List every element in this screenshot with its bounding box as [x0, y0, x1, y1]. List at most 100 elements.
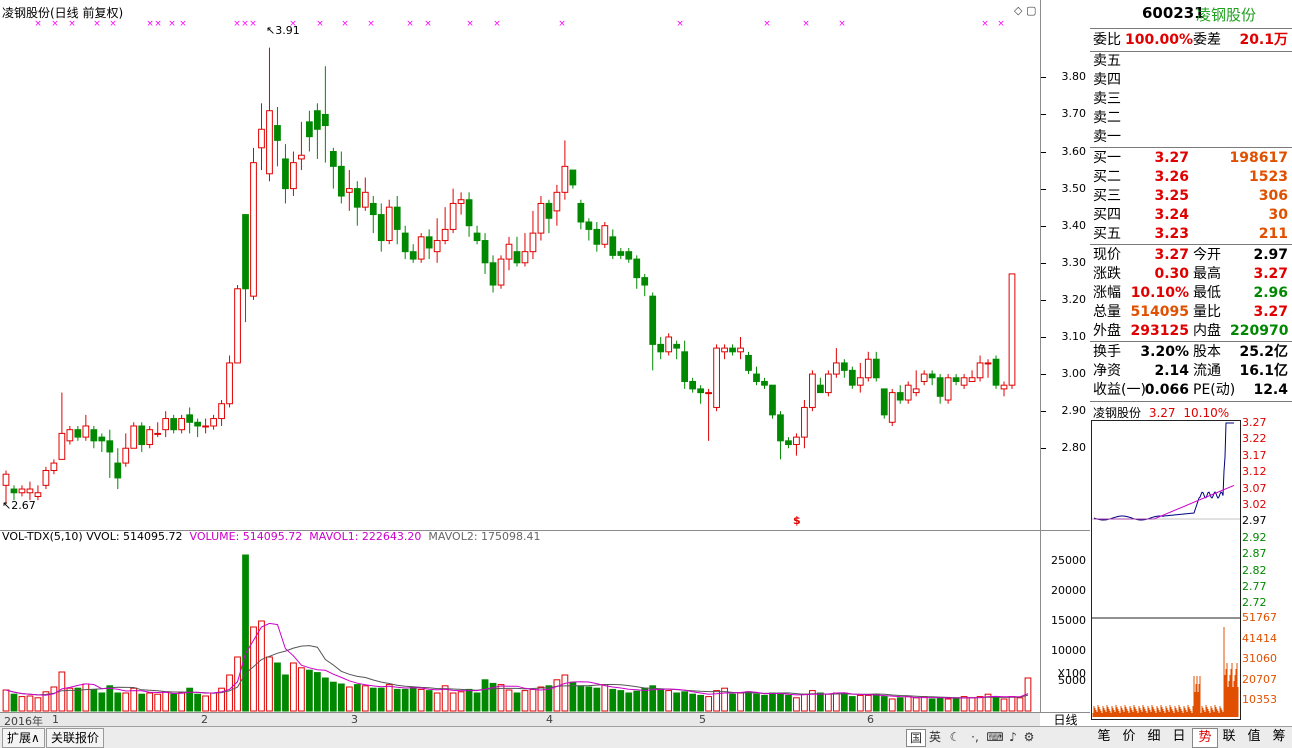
- punctuation-icon[interactable]: ·,: [966, 729, 984, 745]
- tab-value[interactable]: 值: [1242, 728, 1266, 746]
- sell-label: 卖二: [1093, 110, 1121, 126]
- candle-body: [665, 336, 673, 353]
- tab-linked[interactable]: 联: [1217, 728, 1241, 746]
- intraday-price-label: 3.27: [1242, 416, 1267, 429]
- buy-row[interactable]: 买二 3.26 1523: [1090, 168, 1292, 187]
- volume-bar: [753, 693, 760, 712]
- price-tick: [1041, 225, 1046, 227]
- volume-bar: [26, 695, 34, 712]
- volume-bar: [960, 696, 968, 712]
- intraday-canvas[interactable]: [1092, 421, 1240, 719]
- weibi-row: 委比 100.00% 委差 20.1万: [1090, 31, 1292, 50]
- candle-body: [761, 380, 768, 386]
- volume-axis-label: 15000: [1051, 614, 1086, 627]
- volume-bar: [817, 692, 824, 712]
- volume-bar: [1000, 698, 1008, 712]
- chart-corner-icons[interactable]: ◇ ▢: [1014, 4, 1036, 17]
- candle-body: [793, 436, 800, 446]
- s-marker[interactable]: $: [793, 514, 801, 527]
- candle-body: [721, 347, 728, 353]
- keyboard-icon[interactable]: ⌨: [986, 729, 1004, 745]
- intraday-price-label: 2.97: [1242, 514, 1267, 528]
- volume-bar: [114, 692, 122, 712]
- ime-english-icon[interactable]: 英: [926, 729, 944, 745]
- stat-value: 2.97: [1253, 247, 1288, 263]
- tab-chips[interactable]: 筹: [1267, 728, 1291, 746]
- candlestick-chart[interactable]: × × × × × × × × × × × × × × × × × × × × × × × × × × × 凌钢股份(日线 前复权)…: [0, 0, 1041, 530]
- stat-row: 现价 3.27 今开 2.97: [1090, 246, 1292, 265]
- volume-bar: [681, 691, 689, 712]
- tab-trades[interactable]: 笔: [1092, 728, 1116, 746]
- volume-bar: [321, 677, 329, 712]
- stat-value: 3.27: [1253, 266, 1288, 282]
- ime-guo-icon[interactable]: 国: [906, 729, 926, 747]
- tab-trend[interactable]: 势: [1192, 728, 1218, 748]
- volume-canvas[interactable]: [0, 531, 1040, 713]
- candle-body: [928, 373, 936, 379]
- mavol2-line: [5, 645, 1029, 699]
- buy-volume: 1523: [1249, 169, 1288, 185]
- volume-indicator-header[interactable]: VOL-TDX(5,10) VVOL: 514095.72 VOLUME: 51…: [2, 530, 541, 543]
- tab-price[interactable]: 价: [1117, 728, 1141, 746]
- buy-row[interactable]: 买四 3.24 30: [1090, 206, 1292, 225]
- candle-body: [697, 388, 704, 394]
- sell-row[interactable]: 卖四: [1090, 71, 1292, 90]
- divider: [1090, 28, 1292, 29]
- related-quote-tab[interactable]: 关联报价: [46, 728, 105, 748]
- candle-body: [50, 462, 58, 471]
- expand-button[interactable]: 扩展∧: [2, 728, 45, 748]
- volume-bar: [377, 687, 385, 712]
- moon-icon[interactable]: ☾: [946, 729, 964, 745]
- stat-value: 3.27: [1253, 304, 1288, 320]
- candle-body: [10, 488, 18, 494]
- volume-bar: [928, 698, 936, 712]
- tab-daily[interactable]: 日线: [1041, 712, 1090, 727]
- buy-row[interactable]: 买五 3.23 211: [1090, 225, 1292, 244]
- buy-row[interactable]: 买三 3.25 306: [1090, 187, 1292, 206]
- buy-row[interactable]: 买一 3.27 198617: [1090, 149, 1292, 168]
- intraday-title: 凌钢股份 3.27 10.10%: [1093, 404, 1229, 421]
- stat-row: 净资 2.14 流通 16.1亿: [1090, 362, 1292, 381]
- sell-row[interactable]: 卖三: [1090, 90, 1292, 109]
- volume-bar: [361, 685, 369, 712]
- vol-indicator-name[interactable]: VOL-TDX(5,10): [2, 530, 83, 543]
- candle-body: [210, 418, 217, 427]
- stat-row: 涨幅 10.10% 最低 2.96: [1090, 284, 1292, 303]
- candle-body: [298, 154, 305, 160]
- low-annotation-label: 2.67: [11, 499, 36, 512]
- tab-detail[interactable]: 细: [1142, 728, 1166, 746]
- volume-bar: [705, 696, 712, 712]
- intraday-volume-label: 31060: [1242, 652, 1277, 666]
- buy-label: 买三: [1093, 188, 1121, 204]
- stat-value: 2.96: [1253, 285, 1288, 301]
- sell-row[interactable]: 卖五: [1090, 52, 1292, 71]
- volume-bar: [353, 684, 361, 712]
- candle-body: [393, 206, 401, 230]
- candlestick-canvas[interactable]: × × × × × × × × × × × × × × × × × × × × × × × × × × ×: [0, 0, 1040, 530]
- candle-body: [753, 373, 760, 382]
- volume-chart[interactable]: [0, 530, 1041, 713]
- event-marker: ×: [838, 19, 846, 29]
- tab-daily[interactable]: 日: [1167, 728, 1191, 746]
- sell-row[interactable]: 卖一: [1090, 128, 1292, 147]
- intraday-name: 凌钢股份: [1093, 406, 1142, 420]
- weibi-label: 委比: [1093, 32, 1121, 48]
- volume-bar: [737, 692, 744, 712]
- candle-body: [266, 110, 273, 175]
- volume-bar: [282, 674, 289, 712]
- volume-bar: [888, 698, 896, 712]
- gear-icon[interactable]: ⚙: [1020, 729, 1038, 745]
- intraday-chart[interactable]: [1091, 420, 1241, 720]
- candle-body: [473, 232, 481, 242]
- date-label-2: 2: [201, 713, 208, 726]
- volume-bar: [10, 693, 18, 712]
- candle-body: [617, 251, 625, 256]
- sell-row[interactable]: 卖二: [1090, 109, 1292, 128]
- date-label-1: 1: [52, 713, 59, 726]
- price-axis-label: 3.20: [1061, 292, 1087, 306]
- candle-body: [824, 373, 832, 394]
- candle-body: [729, 347, 736, 353]
- candle-body: [74, 429, 82, 438]
- price-axis-label: 3.70: [1061, 107, 1087, 121]
- stat-value: 514095: [1130, 304, 1189, 320]
